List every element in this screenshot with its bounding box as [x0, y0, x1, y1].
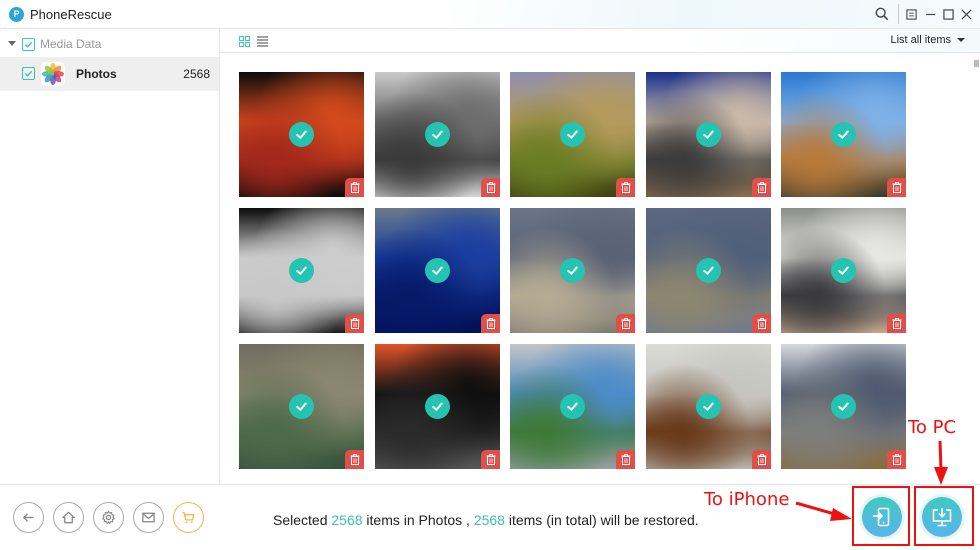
- selected-check-icon[interactable]: [425, 258, 450, 283]
- store-button[interactable]: [173, 502, 204, 533]
- item-count: 2568: [183, 67, 210, 81]
- chevron-down-icon: [957, 38, 965, 42]
- trash-icon[interactable]: [481, 314, 500, 333]
- photo-tile[interactable]: [510, 72, 635, 197]
- selected-check-icon[interactable]: [831, 122, 856, 147]
- selected-check-icon[interactable]: [289, 394, 314, 419]
- restore-status-text: Selected 2568 items in Photos , 2568 ite…: [273, 512, 699, 528]
- title-bar: P PhoneRescue: [0, 0, 980, 29]
- selected-check-icon[interactable]: [425, 122, 450, 147]
- photo-tile[interactable]: [239, 72, 364, 197]
- trash-icon[interactable]: [752, 178, 771, 197]
- annotation-label-to-pc: To PC: [908, 417, 957, 438]
- photo-tile[interactable]: [781, 208, 906, 333]
- trash-icon[interactable]: [616, 450, 635, 469]
- list-view-button[interactable]: [257, 34, 268, 47]
- grid-view-button[interactable]: [239, 34, 250, 47]
- annotation-label-to-iphone: To iPhone: [704, 489, 790, 510]
- app-title: PhoneRescue: [30, 7, 112, 22]
- feedback-button[interactable]: [133, 502, 164, 533]
- trash-icon[interactable]: [887, 314, 906, 333]
- category-checkbox[interactable]: [22, 38, 35, 51]
- maximize-icon[interactable]: [939, 5, 957, 23]
- selected-check-icon[interactable]: [696, 122, 721, 147]
- annotation-box-to-iphone: [852, 486, 910, 546]
- photo-tile[interactable]: [646, 72, 771, 197]
- selected-check-icon[interactable]: [696, 394, 721, 419]
- category-label: Media Data: [40, 37, 102, 51]
- sidebar-item-photos[interactable]: Photos 2568: [0, 57, 219, 91]
- back-button[interactable]: [13, 502, 44, 533]
- trash-icon[interactable]: [752, 450, 771, 469]
- gear-icon: [102, 510, 115, 524]
- status-prefix: Selected: [273, 512, 332, 528]
- settings-button[interactable]: [93, 502, 124, 533]
- cart-icon: [182, 512, 195, 524]
- trash-icon[interactable]: [752, 314, 771, 333]
- app-logo-icon: P: [9, 7, 24, 22]
- home-icon: [62, 511, 75, 524]
- status-suffix: items (in total) will be restored.: [504, 512, 699, 528]
- filter-label: List all items: [890, 34, 951, 46]
- trash-icon[interactable]: [345, 314, 364, 333]
- title-separator: [898, 4, 899, 24]
- photo-tile[interactable]: [646, 208, 771, 333]
- selected-count: 2568: [331, 512, 363, 528]
- sidebar-category-media-data[interactable]: Media Data: [0, 33, 219, 55]
- minimize-icon[interactable]: [921, 5, 939, 23]
- total-count: 2568: [473, 512, 505, 528]
- photo-tile[interactable]: [375, 72, 500, 197]
- photo-tile[interactable]: [239, 208, 364, 333]
- expand-caret-icon[interactable]: [8, 41, 16, 46]
- menu-icon[interactable]: [902, 5, 920, 23]
- trash-icon[interactable]: [616, 178, 635, 197]
- selected-check-icon[interactable]: [289, 122, 314, 147]
- selected-check-icon[interactable]: [560, 122, 585, 147]
- trash-icon[interactable]: [345, 450, 364, 469]
- item-label: Photos: [76, 67, 117, 81]
- filter-dropdown[interactable]: List all items: [890, 34, 965, 46]
- trash-icon[interactable]: [887, 178, 906, 197]
- view-toolbar: List all items: [220, 29, 980, 53]
- trash-icon[interactable]: [481, 450, 500, 469]
- selected-check-icon[interactable]: [289, 258, 314, 283]
- close-icon[interactable]: [957, 5, 975, 23]
- photos-app-icon: [41, 62, 65, 86]
- photo-tile[interactable]: [375, 344, 500, 469]
- annotation-box-to-pc: [914, 486, 974, 546]
- phonerescue-window: P PhoneRescue Media Data Photos 2568 Lis…: [0, 0, 980, 550]
- status-middle: items in Photos ,: [362, 512, 474, 528]
- photo-tile[interactable]: [646, 344, 771, 469]
- item-checkbox[interactable]: [22, 67, 35, 80]
- home-button[interactable]: [53, 502, 84, 533]
- photo-tile[interactable]: [239, 344, 364, 469]
- grid-view-icon: [239, 36, 250, 47]
- photo-tile[interactable]: [781, 72, 906, 197]
- scrollbar-thumb[interactable]: [974, 60, 979, 67]
- mail-icon: [142, 512, 155, 523]
- bottom-bar: Selected 2568 items in Photos , 2568 ite…: [0, 484, 980, 550]
- trash-icon[interactable]: [345, 178, 364, 197]
- trash-icon[interactable]: [481, 178, 500, 197]
- selected-check-icon[interactable]: [560, 258, 585, 283]
- selected-check-icon[interactable]: [560, 394, 585, 419]
- selected-check-icon[interactable]: [696, 258, 721, 283]
- photo-tile[interactable]: [375, 208, 500, 333]
- selected-check-icon[interactable]: [425, 394, 450, 419]
- list-view-icon: [257, 36, 268, 47]
- arrow-left-icon: [22, 513, 34, 522]
- photo-tile[interactable]: [781, 344, 906, 469]
- photo-tile[interactable]: [510, 208, 635, 333]
- photo-tile[interactable]: [510, 344, 635, 469]
- sidebar: Media Data Photos 2568: [0, 29, 220, 484]
- selected-check-icon[interactable]: [831, 258, 856, 283]
- selected-check-icon[interactable]: [831, 394, 856, 419]
- trash-icon[interactable]: [616, 314, 635, 333]
- photo-grid: [220, 54, 980, 484]
- search-icon[interactable]: [873, 5, 891, 23]
- trash-icon[interactable]: [887, 450, 906, 469]
